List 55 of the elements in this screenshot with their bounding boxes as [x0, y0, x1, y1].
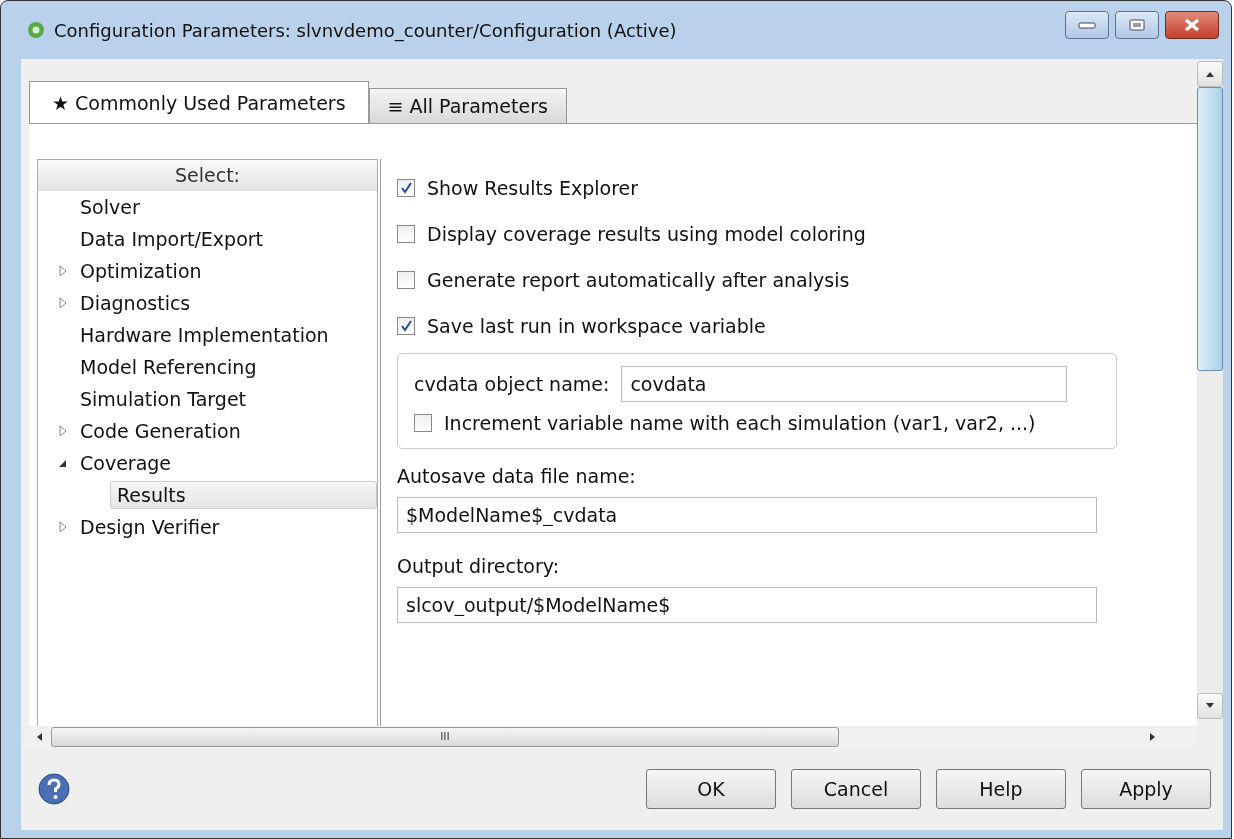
tree-item[interactable]: Results — [110, 481, 377, 509]
down-arrow-icon — [1205, 702, 1215, 710]
checkbox[interactable] — [414, 414, 432, 432]
checkbox[interactable] — [397, 179, 415, 197]
tree-item[interactable]: Code Generation — [80, 418, 247, 444]
checkbox-label: Show Results Explorer — [427, 177, 639, 199]
checkbox[interactable] — [397, 225, 415, 243]
tree-item[interactable]: Simulation Target — [80, 386, 253, 412]
window-title: Configuration Parameters: slvnvdemo_counter/Configuration (Active) — [54, 19, 678, 41]
field-label: cvdata object name: — [414, 373, 610, 395]
up-arrow-icon — [1205, 70, 1215, 78]
checkbox-label: Increment variable name with each simulation (var1, var2, ...) — [444, 412, 1036, 434]
checkbox-label: Display coverage results using model coloring — [427, 223, 866, 245]
tab[interactable]: ≡ All Parameters — [368, 88, 567, 123]
scrollbar-thumb[interactable]: III — [51, 727, 839, 747]
scroll-right-icon[interactable] — [1147, 732, 1157, 742]
expand-arrow-icon[interactable] — [58, 297, 68, 309]
checkbox[interactable] — [397, 271, 415, 289]
close-button[interactable] — [1165, 11, 1219, 39]
dialog-button[interactable]: OK — [646, 769, 776, 809]
field-label: Autosave data file name: — [397, 465, 637, 487]
dialog-button[interactable]: Apply — [1081, 769, 1211, 809]
tree-item[interactable]: Model Referencing — [80, 354, 263, 380]
close-icon — [1182, 18, 1202, 32]
tree-item[interactable]: Solver — [80, 194, 146, 220]
input-field[interactable]: covdata — [621, 366, 1068, 402]
tree-item[interactable]: Coverage — [80, 450, 178, 476]
dialog-button[interactable]: Cancel — [791, 769, 921, 809]
expand-arrow-icon[interactable] — [58, 265, 68, 277]
tree-item[interactable]: Hardware Implementation — [80, 322, 335, 348]
checkbox-label: Generate report automatically after analysis — [427, 269, 850, 291]
tree-item[interactable]: Design Verifier — [80, 514, 226, 540]
tree-item[interactable]: Optimization — [80, 258, 208, 284]
scrollbar-thumb[interactable] — [1197, 87, 1223, 371]
checkbox[interactable] — [397, 317, 415, 335]
vertical-scrollbar[interactable] — [1197, 61, 1223, 719]
tab[interactable]: ★ Commonly Used Parameters — [29, 81, 369, 123]
maximize-button[interactable] — [1115, 11, 1159, 39]
help-icon[interactable] — [37, 772, 71, 806]
field-label: Output directory: — [397, 555, 561, 577]
scroll-down-button[interactable] — [1197, 693, 1223, 719]
minimize-icon — [1078, 21, 1096, 29]
expand-arrow-icon[interactable] — [58, 521, 68, 533]
dialog-button[interactable]: Help — [936, 769, 1066, 809]
tree-item[interactable]: Data Import/Export — [80, 226, 270, 252]
scroll-up-button[interactable] — [1197, 61, 1223, 87]
input-field[interactable]: $ModelName$_cvdata — [397, 497, 1097, 533]
scroll-left-icon[interactable] — [35, 732, 45, 742]
minimize-button[interactable] — [1065, 11, 1109, 39]
tree-header: Select: — [38, 160, 377, 191]
tree-item[interactable]: Diagnostics — [80, 290, 197, 316]
input-field[interactable]: slcov_output/$ModelName$ — [397, 587, 1097, 623]
checkbox-label: Save last run in workspace variable — [427, 315, 766, 337]
maximize-icon — [1129, 19, 1145, 31]
expand-arrow-icon[interactable] — [58, 425, 68, 437]
